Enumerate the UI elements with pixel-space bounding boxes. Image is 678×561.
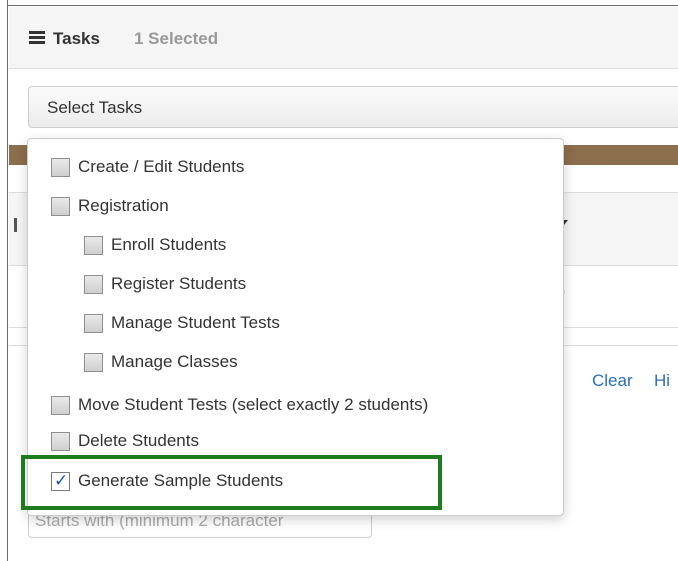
menu-item-move-student-tests[interactable]: Move Student Tests (select exactly 2 stu… bbox=[51, 391, 428, 419]
menu-item-label: Enroll Students bbox=[111, 235, 227, 254]
highlight-box bbox=[21, 455, 442, 510]
checkbox[interactable] bbox=[51, 196, 70, 216]
menu-item-label: Register Students bbox=[111, 274, 247, 293]
menu-item-manage-classes[interactable]: Manage Classes bbox=[84, 348, 238, 376]
window-left-edge bbox=[0, 0, 8, 561]
hide-link[interactable]: Hi bbox=[654, 371, 670, 391]
selected-count: 1 Selected bbox=[134, 29, 219, 48]
menu-item-label: Delete Students bbox=[78, 431, 199, 450]
menu-item-label: Move Student Tests (select exactly 2 stu… bbox=[78, 395, 429, 414]
checkbox[interactable] bbox=[84, 235, 103, 255]
background-row-marker bbox=[14, 218, 17, 232]
checkbox[interactable] bbox=[51, 431, 70, 451]
checkbox[interactable] bbox=[84, 313, 103, 333]
checkbox[interactable] bbox=[51, 157, 70, 177]
menu-item-label: Manage Classes bbox=[111, 352, 238, 371]
clear-link[interactable]: Clear bbox=[592, 371, 633, 391]
panel-title: Tasks bbox=[53, 29, 100, 48]
menu-item-delete-students[interactable]: Delete Students bbox=[51, 427, 199, 455]
checkbox[interactable] bbox=[84, 352, 103, 372]
list-icon bbox=[29, 31, 45, 44]
checkbox[interactable] bbox=[84, 274, 103, 294]
menu-item-label: Create / Edit Students bbox=[78, 157, 245, 176]
menu-item-registration[interactable]: Registration bbox=[51, 192, 169, 220]
window-top-edge bbox=[0, 0, 678, 6]
menu-item-label: Manage Student Tests bbox=[111, 313, 280, 332]
tasks-panel-header: Tasks 1 Selected bbox=[9, 7, 678, 69]
checkbox[interactable] bbox=[51, 395, 70, 415]
select-tasks-label: Select Tasks bbox=[47, 98, 143, 117]
menu-item-enroll-students[interactable]: Enroll Students bbox=[84, 231, 226, 259]
tasks-panel: Tasks 1 Selected Select Tasks bbox=[9, 7, 678, 145]
select-tasks-dropdown[interactable]: Select Tasks bbox=[28, 86, 678, 128]
menu-item-label: Registration bbox=[78, 196, 169, 215]
menu-item-manage-student-tests[interactable]: Manage Student Tests bbox=[84, 309, 280, 337]
menu-item-register-students[interactable]: Register Students bbox=[84, 270, 246, 298]
menu-item-create-edit-students[interactable]: Create / Edit Students bbox=[51, 153, 244, 181]
